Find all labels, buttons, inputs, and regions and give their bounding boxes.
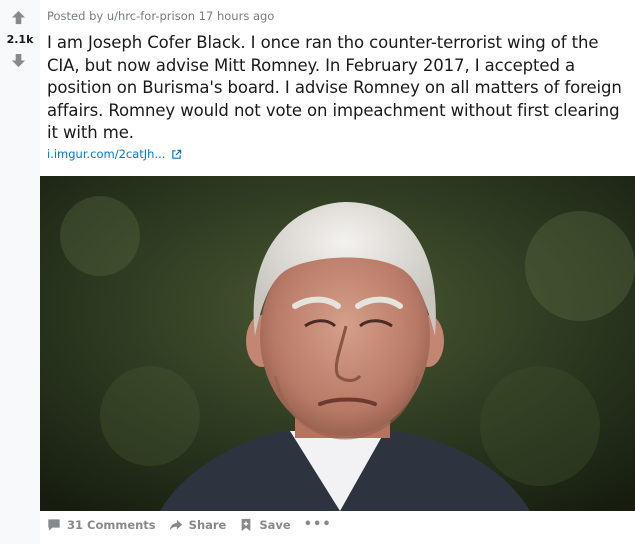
share-button[interactable]: Share bbox=[169, 517, 227, 532]
posted-by-label: Posted by bbox=[47, 9, 107, 23]
post-actions: 31 Comments Share Save ••• bbox=[47, 517, 332, 532]
vote-count: 2.1k bbox=[6, 33, 34, 46]
post-meta: Posted by u/hrc-for-prison 17 hours ago bbox=[47, 9, 274, 23]
save-button[interactable]: Save bbox=[239, 517, 291, 532]
external-link-icon bbox=[172, 149, 182, 159]
downvote-icon[interactable] bbox=[11, 53, 26, 68]
comment-icon bbox=[48, 518, 60, 531]
comments-button[interactable]: 31 Comments bbox=[47, 518, 156, 532]
post-external-link[interactable]: i.imgur.com/2catJh... bbox=[47, 147, 182, 161]
share-icon bbox=[169, 519, 182, 530]
post-title[interactable]: I am Joseph Cofer Black. I once ran tho … bbox=[47, 32, 632, 145]
upvote-icon[interactable] bbox=[11, 10, 26, 25]
share-label: Share bbox=[188, 517, 227, 532]
author-link[interactable]: u/hrc-for-prison bbox=[107, 9, 195, 23]
post-link-text[interactable]: i.imgur.com/2catJh... bbox=[47, 147, 165, 161]
save-icon bbox=[241, 518, 251, 531]
vote-column: 2.1k bbox=[0, 0, 40, 544]
more-options-button[interactable]: ••• bbox=[304, 517, 332, 532]
post-image[interactable] bbox=[40, 176, 635, 511]
post-time: 17 hours ago bbox=[195, 9, 275, 23]
comments-label: 31 Comments bbox=[67, 517, 156, 532]
portrait-photo bbox=[40, 176, 635, 511]
save-label: Save bbox=[259, 517, 291, 532]
